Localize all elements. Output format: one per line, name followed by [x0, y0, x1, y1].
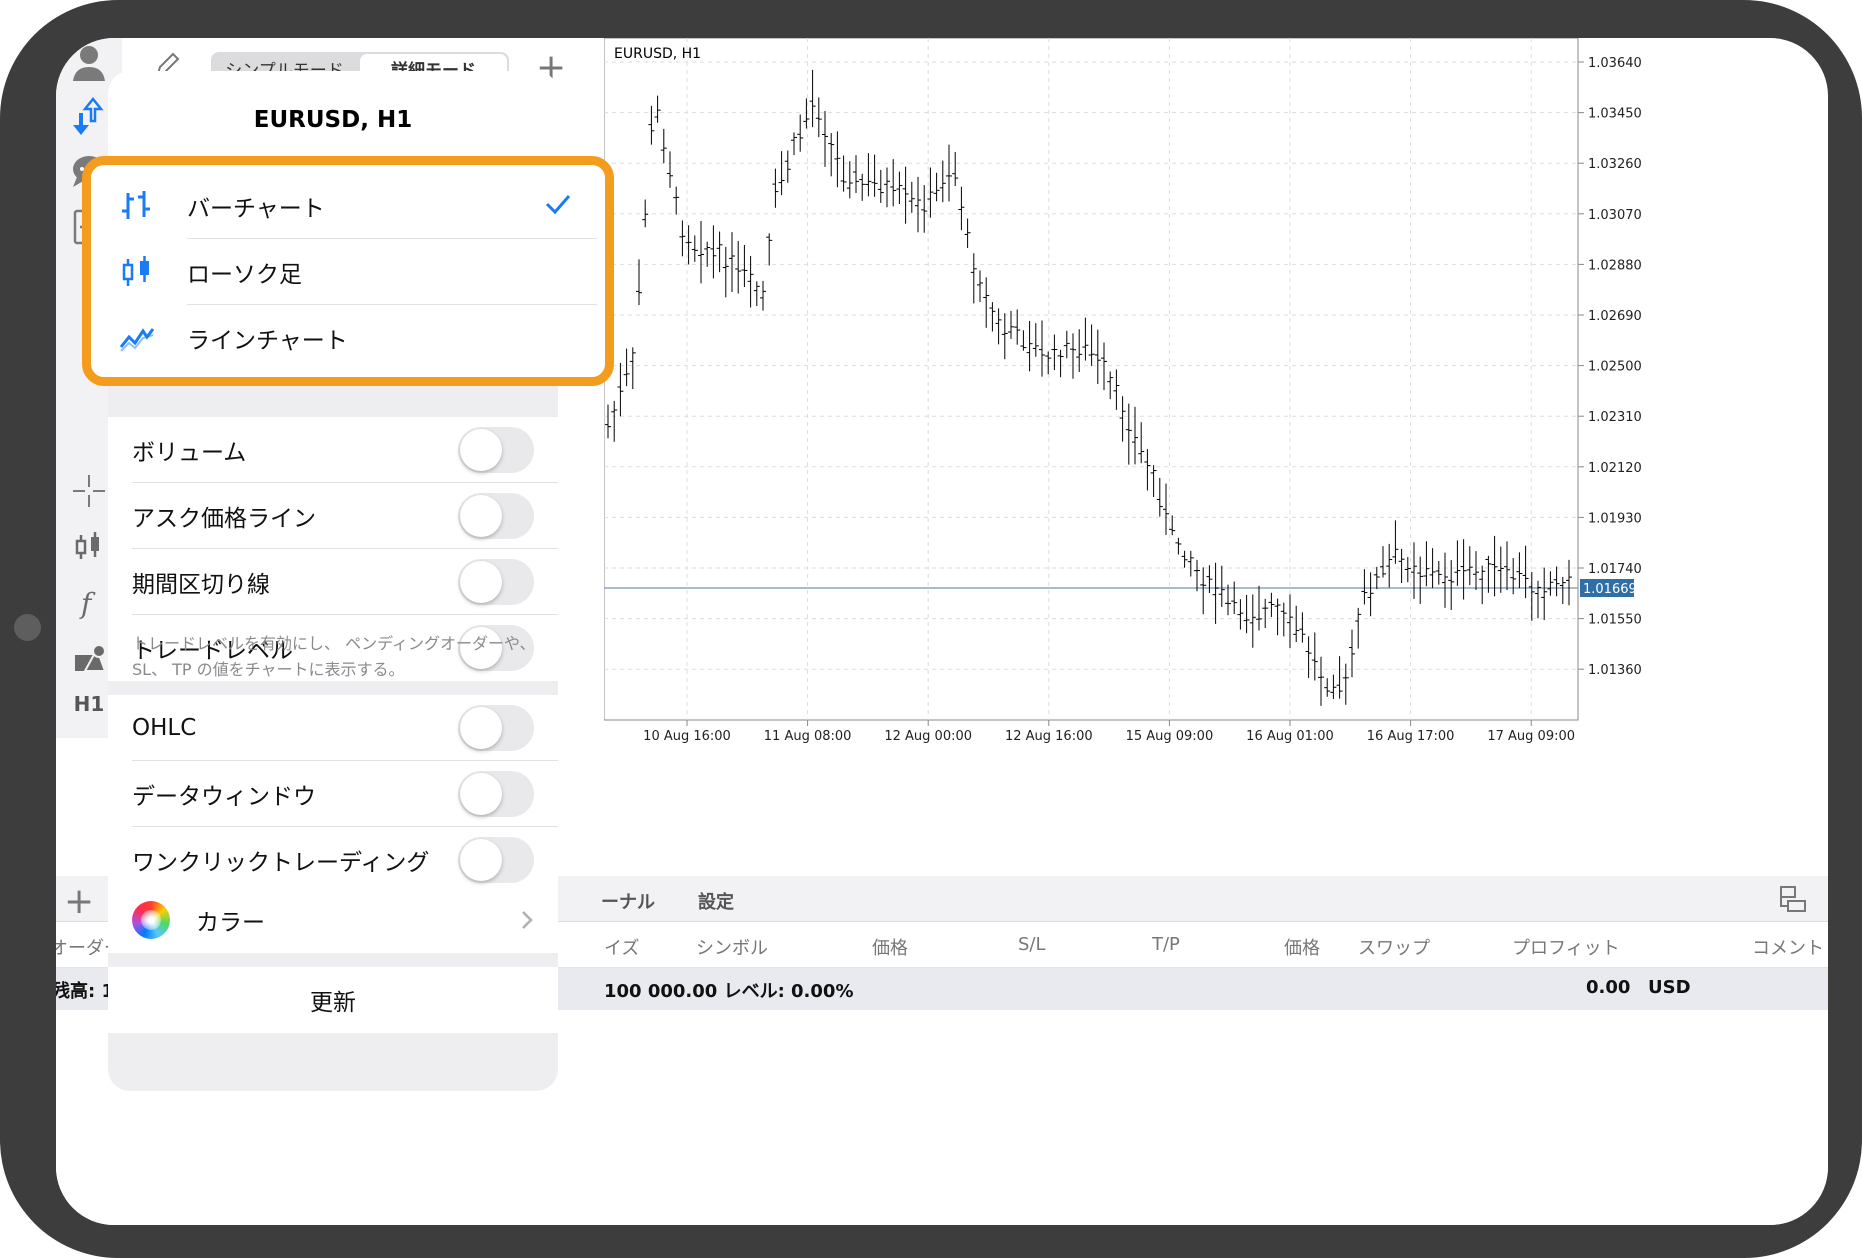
one-click-label: ワンクリックトレーディング — [132, 850, 430, 876]
chart-type-icon[interactable] — [66, 524, 112, 570]
time-label: 15 Aug 09:00 — [1126, 729, 1214, 744]
volume-label: ボリューム — [132, 440, 247, 466]
add-order-icon[interactable]: + — [64, 884, 94, 920]
colors-section: カラー — [108, 887, 558, 953]
volume-toggle[interactable] — [458, 427, 534, 473]
svg-text:f: f — [79, 587, 96, 620]
currency-label: USD — [1648, 977, 1691, 998]
balance-value: 100 000.00 レベル: 0.00% — [604, 981, 854, 1002]
ask-line-row[interactable]: アスク価格ライン — [108, 483, 558, 549]
trade-icon[interactable] — [66, 94, 112, 140]
price-label: 1.02690 — [1588, 309, 1642, 324]
chart-canvas: 1.03640 1.03450 1.03260 1.03070 1.02880 1.026… — [604, 38, 1642, 744]
time-label: 10 Aug 16:00 — [643, 729, 731, 744]
price-label: 1.03450 — [1588, 107, 1642, 122]
objects-icon[interactable] — [66, 636, 112, 682]
popover-title: EURUSD, H1 — [108, 71, 558, 169]
chart-type-candles[interactable]: ローソク足 — [91, 239, 605, 305]
refresh-label: 更新 — [310, 990, 356, 1016]
price-label: 1.01740 — [1588, 562, 1642, 577]
time-label: 16 Aug 17:00 — [1367, 729, 1455, 744]
profit-value: 0.00 — [1586, 977, 1631, 998]
time-label: 17 Aug 09:00 — [1487, 729, 1575, 744]
crosshair-icon[interactable] — [66, 468, 112, 514]
price-label: 1.03260 — [1588, 157, 1642, 172]
one-click-toggle[interactable] — [458, 837, 534, 883]
bid-price-label: 1.01669 — [1583, 582, 1637, 597]
period-separators-row[interactable]: 期間区切り線 — [108, 549, 558, 615]
camera-dot — [14, 614, 41, 641]
time-label: 11 Aug 08:00 — [764, 729, 852, 744]
device-bezel: f H1 シンプルモード 詳細モード + 1.036401.034501.032… — [0, 0, 1862, 1258]
price-label: 1.03640 — [1588, 56, 1642, 71]
data-window-toggle[interactable] — [458, 771, 534, 817]
volume-row[interactable]: ボリューム — [108, 417, 558, 483]
chevron-right-icon — [522, 911, 533, 929]
colors-row[interactable]: カラー — [108, 887, 558, 953]
tab-settings[interactable]: 設定 — [698, 888, 734, 914]
col-symbol: シンボル — [696, 938, 768, 959]
timeframe-button[interactable]: H1 — [66, 692, 112, 716]
period-separators-toggle[interactable] — [458, 559, 534, 605]
checkmark-icon — [545, 195, 571, 215]
data-window-label: データウィンドウ — [132, 784, 316, 810]
col-tp: T/P — [1152, 934, 1180, 955]
tab-journal[interactable]: ーナル — [601, 888, 655, 914]
chart-symbol-label: EURUSD, H1 — [614, 46, 702, 62]
col-price-current: 価格 — [1284, 938, 1320, 959]
time-label: 16 Aug 01:00 — [1246, 729, 1334, 744]
refresh-section: 更新 — [108, 967, 558, 1033]
plot-area — [604, 38, 1579, 721]
col-sl: S/L — [1018, 934, 1046, 955]
ask-line-label: アスク価格ライン — [132, 506, 316, 532]
line-chart-icon — [119, 328, 155, 352]
one-click-row[interactable]: ワンクリックトレーディング — [108, 827, 558, 893]
col-price: 価格 — [872, 938, 908, 959]
ohlc-toggle[interactable] — [458, 705, 534, 751]
price-label: 1.02500 — [1588, 360, 1642, 375]
account-icon[interactable] — [66, 40, 112, 86]
price-label: 1.01360 — [1588, 663, 1642, 678]
price-label: 1.02310 — [1588, 410, 1642, 425]
data-window-row[interactable]: データウィンドウ — [108, 761, 558, 827]
ohlc-label: OHLC — [132, 715, 197, 741]
candlestick-icon — [122, 256, 149, 286]
refresh-button[interactable]: 更新 — [108, 967, 558, 1033]
time-label: 12 Aug 16:00 — [1005, 729, 1093, 744]
trade-levels-hint: トレードレベルを有効にし、 ペンディングオーダーや、 SL、 TP の値をチャー… — [132, 634, 536, 679]
colors-label: カラー — [196, 910, 265, 936]
period-separators-label: 期間区切り線 — [132, 572, 270, 598]
ohlc-row[interactable]: OHLC — [108, 695, 558, 761]
candlestick-label: ローソク足 — [187, 262, 302, 288]
color-wheel-icon — [132, 901, 170, 939]
col-comment: コメント — [1752, 938, 1824, 959]
price-chart[interactable]: 1.03640 1.03450 1.03260 1.03070 1.02880 1.026… — [604, 38, 1828, 868]
layout-icon[interactable] — [1778, 884, 1808, 918]
price-label: 1.02120 — [1588, 461, 1642, 476]
chart-type-bar[interactable]: バーチャート — [91, 173, 605, 239]
bar-chart-icon — [122, 191, 150, 219]
price-label: 1.01930 — [1588, 511, 1642, 526]
time-label: 12 Aug 00:00 — [884, 729, 972, 744]
price-label: 1.03070 — [1588, 208, 1642, 223]
col-profit: プロフィット — [1512, 938, 1620, 959]
app-screen: f H1 シンプルモード 詳細モード + 1.036401.034501.032… — [56, 38, 1828, 1225]
bar-chart-label: バーチャート — [187, 196, 325, 222]
col-swap: スワップ — [1358, 938, 1430, 959]
chart-type-selector: バーチャート ローソク足 ラインチャート — [82, 156, 614, 386]
toggle-section-2: OHLC データウィンドウ ワンクリックトレーディング — [108, 695, 558, 893]
ask-line-toggle[interactable] — [458, 493, 534, 539]
price-label: 1.02880 — [1588, 258, 1642, 273]
price-label: 1.01550 — [1588, 613, 1642, 628]
indicators-icon[interactable]: f — [66, 580, 112, 626]
line-chart-label: ラインチャート — [187, 328, 348, 354]
chart-type-line[interactable]: ラインチャート — [91, 305, 605, 371]
col-size: イズ — [604, 938, 640, 959]
